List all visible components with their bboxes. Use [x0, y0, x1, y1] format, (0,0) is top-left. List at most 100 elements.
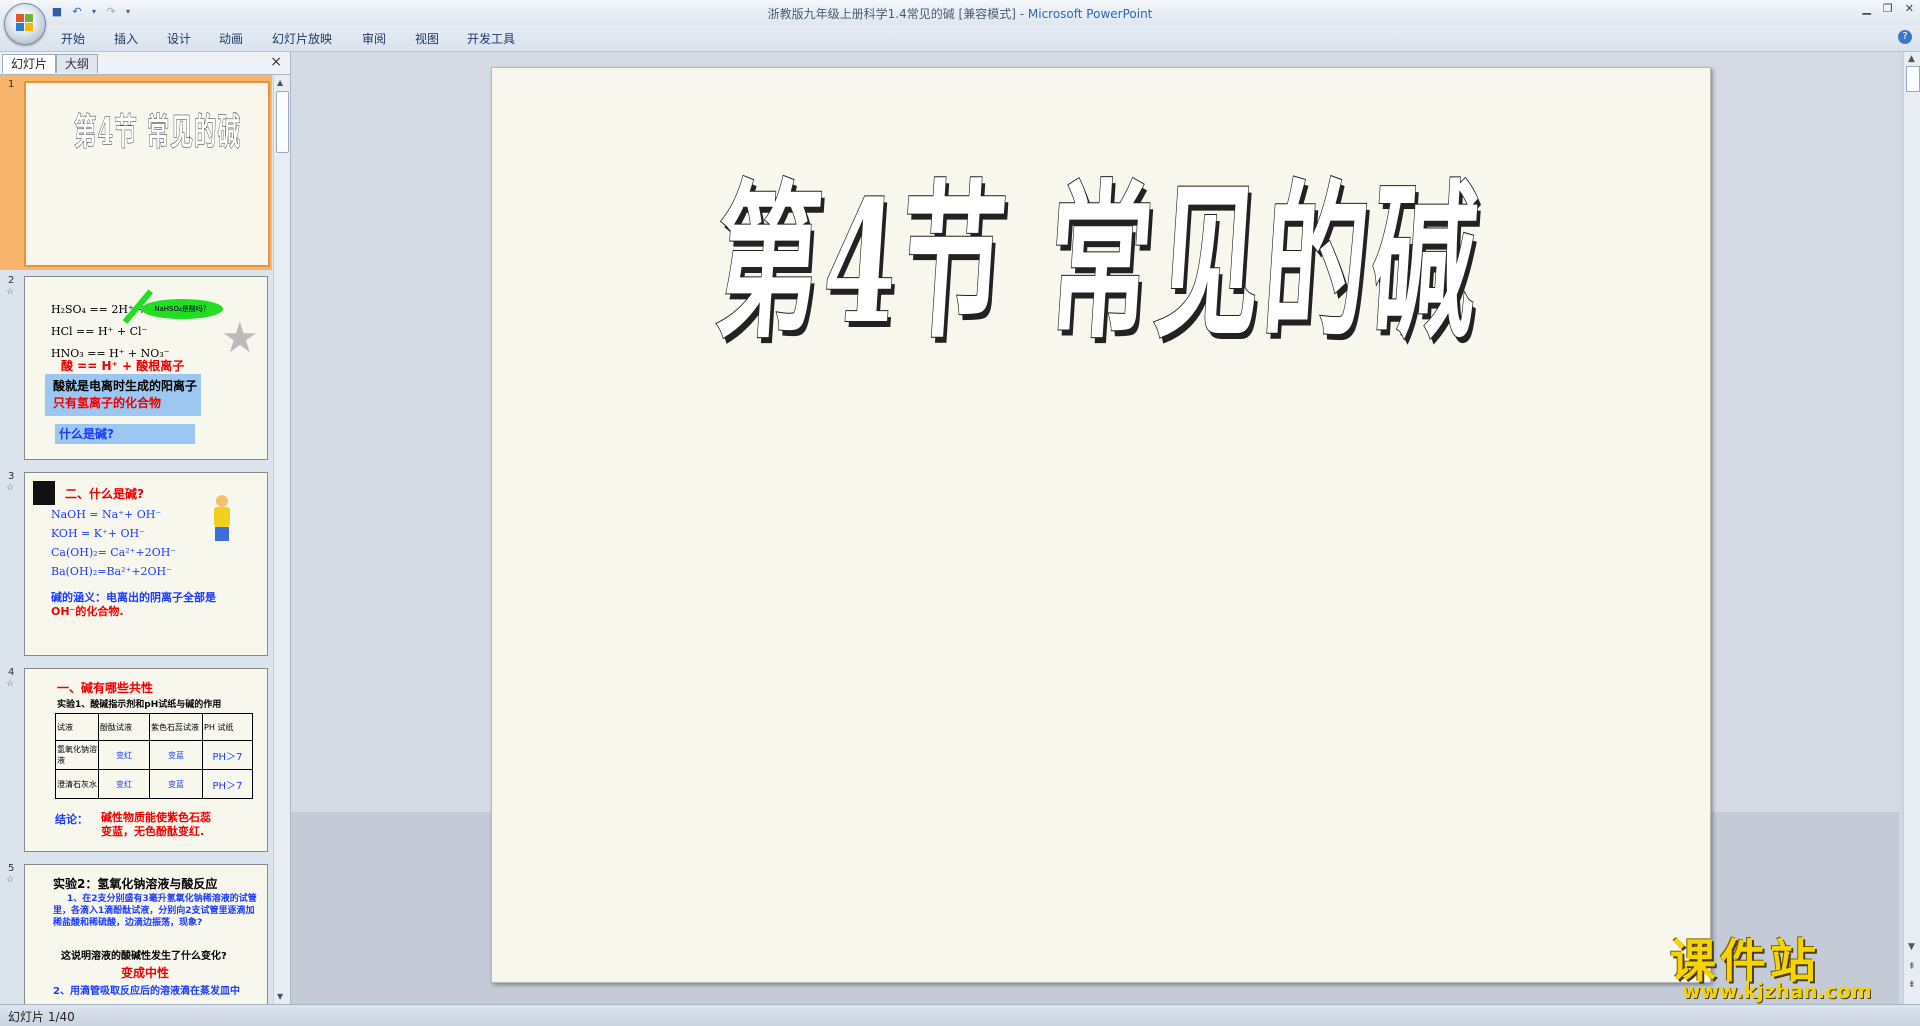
thumb-title: 第4节 常见的碱	[74, 111, 242, 154]
slide-number: 2	[8, 275, 15, 286]
table-cell: 变蓝	[149, 769, 203, 799]
tab-slideshow[interactable]: 幻灯片放映	[272, 30, 332, 47]
slide-thumbnail-2[interactable]: 2 ☆ H₂SO₄ == 2H⁺ + SO₄²⁻ HCl == H⁺ + Cl⁻…	[0, 271, 272, 466]
help-icon[interactable]: ?	[1898, 30, 1912, 44]
thumbnail-canvas: 第4节 常见的碱	[24, 81, 270, 267]
app-name: Microsoft PowerPoint	[1027, 7, 1153, 21]
conclusion-line-1: 碱性物质能使紫色石蕊	[101, 811, 211, 824]
tab-outline[interactable]: 大纲	[56, 54, 99, 73]
slide-number: 3	[8, 471, 15, 482]
thumbnail-canvas: H₂SO₄ == 2H⁺ + SO₄²⁻ HCl == H⁺ + Cl⁻ HNO…	[24, 276, 268, 460]
editor-scrollbar[interactable]: ▲ ▼ ⇞ ⇟	[1903, 52, 1920, 1004]
base-definition: 碱的涵义：电离出的阴离子全部是 OH⁻的化合物.	[51, 591, 216, 619]
slide-number: 1	[8, 79, 15, 90]
close-panel-icon[interactable]: ×	[270, 54, 282, 70]
equation-row: KOH = K⁺+ OH⁻	[51, 527, 145, 540]
tab-animations[interactable]: 动画	[219, 30, 243, 47]
equation-row: HCl == H⁺ + Cl⁻	[51, 325, 148, 338]
panel-tabs: 幻灯片 大纲 ×	[0, 52, 290, 75]
animation-star-icon: ☆	[6, 483, 15, 493]
slide-question: 这说明溶液的酸碱性发生了什么变化?	[61, 951, 227, 962]
ribbon-tabs: 开始 插入 设计 动画 幻灯片放映 审阅 视图 开发工具 ?	[0, 25, 1920, 52]
slide-heading: 实验2：氢氧化钠溶液与酸反应	[53, 877, 218, 891]
office-button[interactable]	[4, 3, 46, 45]
slide-thumbnail-list: 1 第4节 常见的碱 2 ☆ H₂SO₄ == 2H⁺ + SO₄²⁻ HCl …	[0, 75, 272, 1004]
conclusion-line-2: 变蓝，无色酚酞变红.	[101, 825, 205, 838]
table-header: 紫色石蕊试液	[149, 713, 203, 741]
animation-star-icon: ☆	[6, 875, 15, 885]
restore-icon[interactable]: ❐	[1883, 2, 1893, 15]
scroll-down-icon[interactable]: ▼	[1908, 942, 1915, 952]
slide-body: 1、在2支分别盛有3毫升氢氧化钠稀溶液的试管里，各滴入1滴酚酞试液，分别向2支试…	[53, 894, 257, 928]
slide-number: 5	[8, 863, 15, 874]
scroll-up-icon[interactable]: ▲	[1908, 54, 1915, 64]
slides-panel: 幻灯片 大纲 × 1 第4节 常见的碱 2 ☆ H₂SO₄ == 2H⁺ + S…	[0, 52, 291, 1004]
definition-box: 酸就是电离时生成的阳离子 只有氢离子的化合物	[45, 374, 201, 416]
status-bar: 幻灯片 1/40	[0, 1004, 1920, 1026]
table-cell: 变红	[98, 769, 150, 799]
star-shape: ★	[221, 313, 259, 362]
slide-thumbnail-4[interactable]: 4 ☆ 一、碱有哪些共性 实验1、酸碱指示剂和pH试纸与碱的作用 试液 酚酞试液…	[0, 663, 272, 858]
scroll-thumb[interactable]	[1906, 66, 1920, 92]
cartoon-figure	[209, 495, 235, 543]
previous-slide-icon[interactable]: ⇞	[1908, 962, 1916, 972]
table-cell: 变蓝	[149, 740, 203, 770]
tab-design[interactable]: 设计	[167, 30, 191, 47]
slide-counter: 幻灯片 1/40	[8, 1010, 75, 1024]
definition-line-1: 碱的涵义：电离出的阴离子全部是	[51, 591, 216, 604]
thumbnail-canvas: 一、碱有哪些共性 实验1、酸碱指示剂和pH试纸与碱的作用 试液 酚酞试液 紫色石…	[24, 668, 268, 852]
tab-insert[interactable]: 插入	[114, 30, 138, 47]
conclusion-text: 碱性物质能使紫色石蕊 变蓝，无色酚酞变红.	[101, 811, 211, 839]
scroll-thumb[interactable]	[276, 91, 289, 153]
tab-slides[interactable]: 幻灯片	[2, 54, 57, 73]
slide-heading: 二、什么是碱?	[65, 487, 144, 501]
next-slide-icon[interactable]: ⇟	[1908, 980, 1916, 990]
equation-row: Ca(OH)₂= Ca²⁺+2OH⁻	[51, 546, 177, 559]
decor-image	[33, 481, 55, 505]
question-box: 什么是碱?	[55, 424, 195, 444]
tab-home[interactable]: 开始	[61, 30, 85, 47]
tab-view[interactable]: 视图	[415, 30, 439, 47]
table-cell: PH＞7	[202, 769, 253, 799]
acid-summary: 酸 == H⁺ + 酸根离子	[61, 359, 185, 373]
conclusion-label: 结论：	[55, 813, 88, 826]
callout-bubble: NaHSO₄是酸吗？	[141, 299, 223, 319]
title-bar: ■ ↶ ▾ ↷ ▾ 浙教版九年级上册科学1.4常见的碱 [兼容模式] - Mic…	[0, 0, 1920, 26]
table-header: PH 试纸	[202, 713, 253, 741]
thumbnail-canvas: 实验2：氢氧化钠溶液与酸反应 1、在2支分别盛有3毫升氢氧化钠稀溶液的试管里，各…	[24, 864, 268, 1004]
tab-review[interactable]: 审阅	[362, 30, 386, 47]
table-cell: 变红	[98, 740, 150, 770]
result-table: 试液 酚酞试液 紫色石蕊试液 PH 试纸 氢氧化钠溶液 变红 变蓝 PH＞7 澄…	[55, 713, 253, 799]
slide-thumbnail-5[interactable]: 5 ☆ 实验2：氢氧化钠溶液与酸反应 1、在2支分别盛有3毫升氢氧化钠稀溶液的试…	[0, 859, 272, 1004]
thumbnail-scrollbar[interactable]: ▲ ▼	[273, 75, 290, 1004]
animation-star-icon: ☆	[6, 679, 15, 689]
slide-title[interactable]: 第4节 常见的碱	[709, 162, 1487, 362]
tab-developer[interactable]: 开发工具	[467, 30, 515, 47]
slide-thumbnail-1[interactable]: 1 第4节 常见的碱	[0, 75, 272, 270]
scroll-down-icon[interactable]: ▼	[277, 992, 283, 1001]
equation-row: Ba(OH)₂=Ba²⁺+2OH⁻	[51, 565, 172, 578]
minimize-icon[interactable]: ▁	[1862, 2, 1870, 15]
table-header: 酚酞试液	[98, 713, 150, 741]
table-cell: 澄清石灰水	[55, 769, 99, 799]
base-equations: NaOH = Na⁺+ OH⁻ KOH = K⁺+ OH⁻ Ca(OH)₂= C…	[51, 505, 176, 581]
current-slide[interactable]: 第4节 常见的碱	[491, 67, 1711, 983]
slide-answer: 变成中性	[121, 966, 170, 980]
slide-editor-area: 第4节 常见的碱	[291, 52, 1899, 1004]
slide-number: 4	[8, 667, 15, 678]
office-logo-icon	[16, 14, 34, 32]
table-cell: PH＞7	[202, 740, 253, 770]
thumbnail-canvas: 二、什么是碱? NaOH = Na⁺+ OH⁻ KOH = K⁺+ OH⁻ Ca…	[24, 472, 268, 656]
definition-line-1: 酸就是电离时生成的阳离子	[53, 379, 198, 393]
definition-line-2: OH⁻的化合物.	[51, 605, 124, 618]
window-title: 浙教版九年级上册科学1.4常见的碱 [兼容模式] - Microsoft Pow…	[0, 5, 1920, 22]
slide-subheading: 实验1、酸碱指示剂和pH试纸与碱的作用	[57, 700, 222, 710]
table-cell: 氢氧化钠溶液	[55, 740, 99, 770]
scroll-up-icon[interactable]: ▲	[277, 78, 283, 87]
equation-row: NaOH = Na⁺+ OH⁻	[51, 508, 162, 521]
close-icon[interactable]: ✕	[1905, 2, 1914, 15]
document-title: 浙教版九年级上册科学1.4常见的碱 [兼容模式] -	[767, 7, 1025, 21]
slide-thumbnail-3[interactable]: 3 ☆ 二、什么是碱? NaOH = Na⁺+ OH⁻ KOH = K⁺+ OH…	[0, 467, 272, 662]
definition-line-2: 只有氢离子的化合物	[53, 396, 162, 410]
table-header: 试液	[55, 713, 99, 741]
